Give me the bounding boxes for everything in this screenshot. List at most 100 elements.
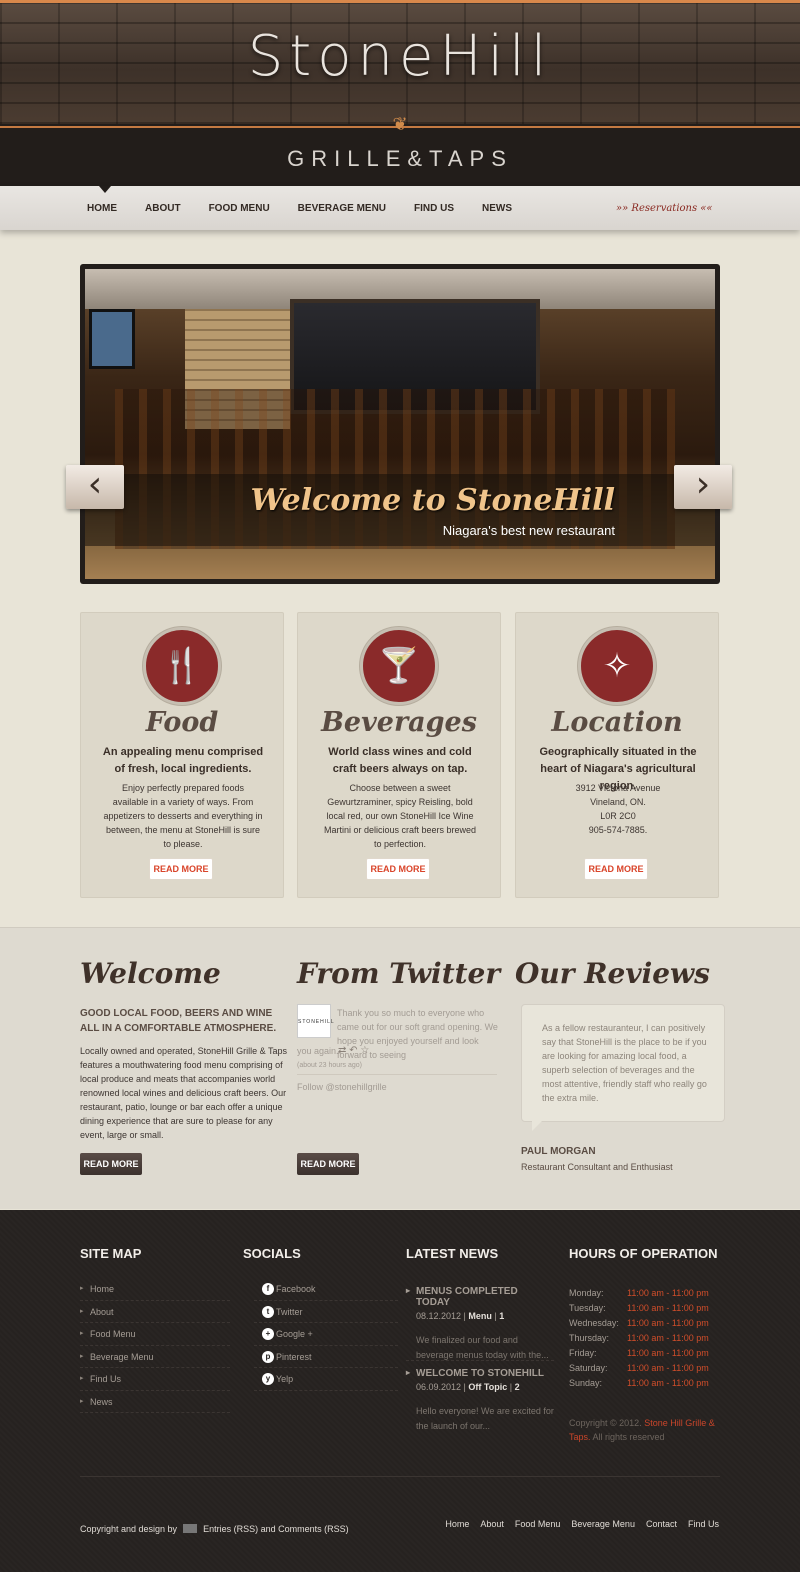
rss-links[interactable]: Entries (RSS) and Comments (RSS): [203, 1524, 349, 1534]
footer-link-about[interactable]: About: [480, 1519, 504, 1529]
twitter-divider: [297, 1074, 497, 1075]
hours-time: 11:00 am - 11:00 pm: [627, 1318, 709, 1328]
twitter-icon: t: [262, 1305, 274, 1318]
social-link-twitter[interactable]: t Twitter: [254, 1301, 398, 1323]
chevron-left-icon[interactable]: ‹: [66, 465, 124, 509]
news-comments[interactable]: 2: [515, 1382, 520, 1392]
socials-list: f Facebook t Twitter + Google + p Pinterest y Yel…: [254, 1278, 398, 1391]
hours-row: Tuesday: 11:00 am - 11:00 pm: [569, 1301, 729, 1316]
news-item-excerpt: We finalized our food and beverage menus…: [416, 1335, 549, 1360]
martini-icon: 🍸: [360, 627, 438, 705]
sitemap-link-food-menu[interactable]: Food Menu: [80, 1323, 230, 1346]
twitter-title: From Twitter: [297, 957, 501, 990]
social-link-google-[interactable]: + Google +: [254, 1323, 398, 1346]
footer-link-beverage-menu[interactable]: Beverage Menu: [571, 1519, 635, 1529]
socials-title: SOCIALS: [243, 1246, 301, 1261]
reservations-link[interactable]: »» Reservations ««: [616, 203, 713, 214]
social-link-pinterest[interactable]: p Pinterest: [254, 1346, 398, 1368]
footer-link-find-us[interactable]: Find Us: [688, 1519, 719, 1529]
hours-time: 11:00 am - 11:00 pm: [627, 1363, 709, 1373]
hours-title: HOURS OF OPERATION: [569, 1246, 718, 1261]
nav-items: HOME ABOUT FOOD MENU BEVERAGE MENU FIND US NE…: [87, 186, 540, 214]
sitemap-link-about[interactable]: About: [80, 1301, 230, 1323]
hours-row: Wednesday: 11:00 am - 11:00 pm: [569, 1316, 729, 1331]
footer-link-home[interactable]: Home: [445, 1519, 469, 1529]
news-item[interactable]: MENUS COMPLETED TODAY 08.12.2012 | Menu …: [406, 1286, 554, 1363]
nav-item-home[interactable]: HOME: [87, 186, 117, 214]
news-item-meta: 06.09.2012 | Off Topic | 2: [416, 1382, 520, 1392]
yelp-icon: y: [262, 1373, 274, 1385]
hours-day: Sunday:: [569, 1378, 603, 1388]
read-more-button[interactable]: READ MORE: [584, 858, 648, 880]
feature-body: Choose between a sweet Gewurtzraminer, s…: [323, 783, 477, 849]
twitter-avatar[interactable]: STONEHILL: [297, 1004, 334, 1038]
nav-item-food-menu[interactable]: FOOD MENU: [209, 203, 270, 214]
hours-day: Saturday:: [569, 1363, 608, 1373]
hours-time: 11:00 am - 11:00 pm: [627, 1333, 709, 1343]
features-row: 🍴 Food An appealing menu comprised of fr…: [80, 612, 720, 898]
social-link-label: Facebook: [276, 1284, 316, 1294]
copyright-rights: All rights reserved: [592, 1432, 665, 1442]
sitemap-title: SITE MAP: [80, 1246, 142, 1261]
sitemap-list: HomeAboutFood MenuBeverage MenuFind UsNe…: [80, 1278, 230, 1413]
main-nav: HOME ABOUT FOOD MENU BEVERAGE MENU FIND US NE…: [0, 186, 800, 230]
news-category[interactable]: Off Topic: [468, 1382, 507, 1392]
news-item-title[interactable]: MENUS COMPLETED TODAY: [406, 1286, 554, 1308]
hero-slider: Welcome to StoneHill Niagara's best new …: [80, 264, 720, 584]
compass-icon: ✧: [578, 627, 656, 705]
sitemap-link-find-us[interactable]: Find Us: [80, 1368, 230, 1391]
pinterest-icon: p: [262, 1350, 274, 1363]
social-link-label: Pinterest: [276, 1351, 312, 1362]
slide-title: Welcome to StoneHill: [250, 483, 615, 518]
designer-logo-icon[interactable]: [183, 1524, 198, 1533]
site-logo[interactable]: StoneHill: [0, 24, 800, 89]
hours-time: 11:00 am - 11:00 pm: [627, 1303, 709, 1313]
social-link-yelp[interactable]: y Yelp: [254, 1368, 398, 1391]
footer-link-food-menu[interactable]: Food Menu: [515, 1519, 561, 1529]
welcome-lead: GOOD LOCAL FOOD, BEERS AND WINE ALL IN A…: [80, 1008, 277, 1034]
hours-row: Saturday: 11:00 am - 11:00 pm: [569, 1361, 729, 1376]
twitter-read-more-button[interactable]: READ MORE: [297, 1153, 359, 1175]
sitemap-link-home[interactable]: Home: [80, 1278, 230, 1301]
tweet-actions-icon[interactable]: ⇄ ↶ ☆: [338, 1045, 369, 1056]
reviewer-role: Restaurant Consultant and Enthusiast: [521, 1162, 673, 1172]
feature-beverages: 🍸 Beverages World class wines and cold c…: [297, 612, 501, 898]
news-date: 08.12.2012: [416, 1311, 462, 1321]
site-header: StoneHill ❦ GRILLE&TAPS: [0, 0, 800, 186]
news-item[interactable]: WELCOME TO STONEHILL 06.09.2012 | Off To…: [406, 1368, 554, 1434]
hours-row: Sunday: 11:00 am - 11:00 pm: [569, 1376, 729, 1391]
hours-time: 11:00 am - 11:00 pm: [627, 1288, 709, 1298]
hours-table: Monday: 11:00 am - 11:00 pm Tuesday: 11:00 …: [569, 1286, 729, 1391]
news-comments[interactable]: 1: [499, 1311, 504, 1321]
social-link-facebook[interactable]: f Facebook: [254, 1278, 398, 1301]
facebook-icon: f: [262, 1283, 274, 1295]
feature-food: 🍴 Food An appealing menu comprised of fr…: [80, 612, 284, 898]
reviewer-name: PAUL MORGAN: [521, 1146, 596, 1157]
nav-item-about[interactable]: ABOUT: [145, 203, 181, 214]
nav-item-news[interactable]: NEWS: [482, 203, 512, 214]
news-category[interactable]: Menu: [468, 1311, 492, 1321]
news-item-meta: 08.12.2012 | Menu | 1: [416, 1311, 505, 1321]
welcome-body: Locally owned and operated, StoneHill Gr…: [80, 1046, 287, 1140]
sitemap-link-beverage-menu[interactable]: Beverage Menu: [80, 1346, 230, 1368]
feature-location: ✧ Location Geographically situated in th…: [515, 612, 719, 898]
design-credit: Copyright and design by Entries (RSS) and…: [80, 1524, 349, 1534]
news-item-title[interactable]: WELCOME TO STONEHILL: [406, 1368, 554, 1379]
feature-title: Food: [145, 707, 219, 738]
feature-lead: World class wines and cold craft beers a…: [328, 746, 472, 775]
hours-row: Monday: 11:00 am - 11:00 pm: [569, 1286, 729, 1301]
read-more-button[interactable]: READ MORE: [366, 858, 430, 880]
sitemap-link-news[interactable]: News: [80, 1391, 230, 1413]
chevron-right-icon[interactable]: ›: [674, 465, 732, 509]
nav-item-beverage-menu[interactable]: BEVERAGE MENU: [298, 203, 386, 214]
site-subtitle: GRILLE&TAPS: [287, 146, 513, 171]
review-text: As a fellow restauranteur, I can positiv…: [542, 1023, 707, 1103]
footer-link-contact[interactable]: Contact: [646, 1519, 677, 1529]
social-link-label: Google +: [276, 1329, 313, 1339]
twitter-follow-link[interactable]: Follow @stonehillgrille: [297, 1082, 387, 1092]
welcome-read-more-button[interactable]: READ MORE: [80, 1153, 142, 1175]
nav-item-find-us[interactable]: FIND US: [414, 203, 454, 214]
news-date: 06.09.2012: [416, 1382, 462, 1392]
social-link-label: Yelp: [276, 1374, 294, 1384]
read-more-button[interactable]: READ MORE: [149, 858, 213, 880]
